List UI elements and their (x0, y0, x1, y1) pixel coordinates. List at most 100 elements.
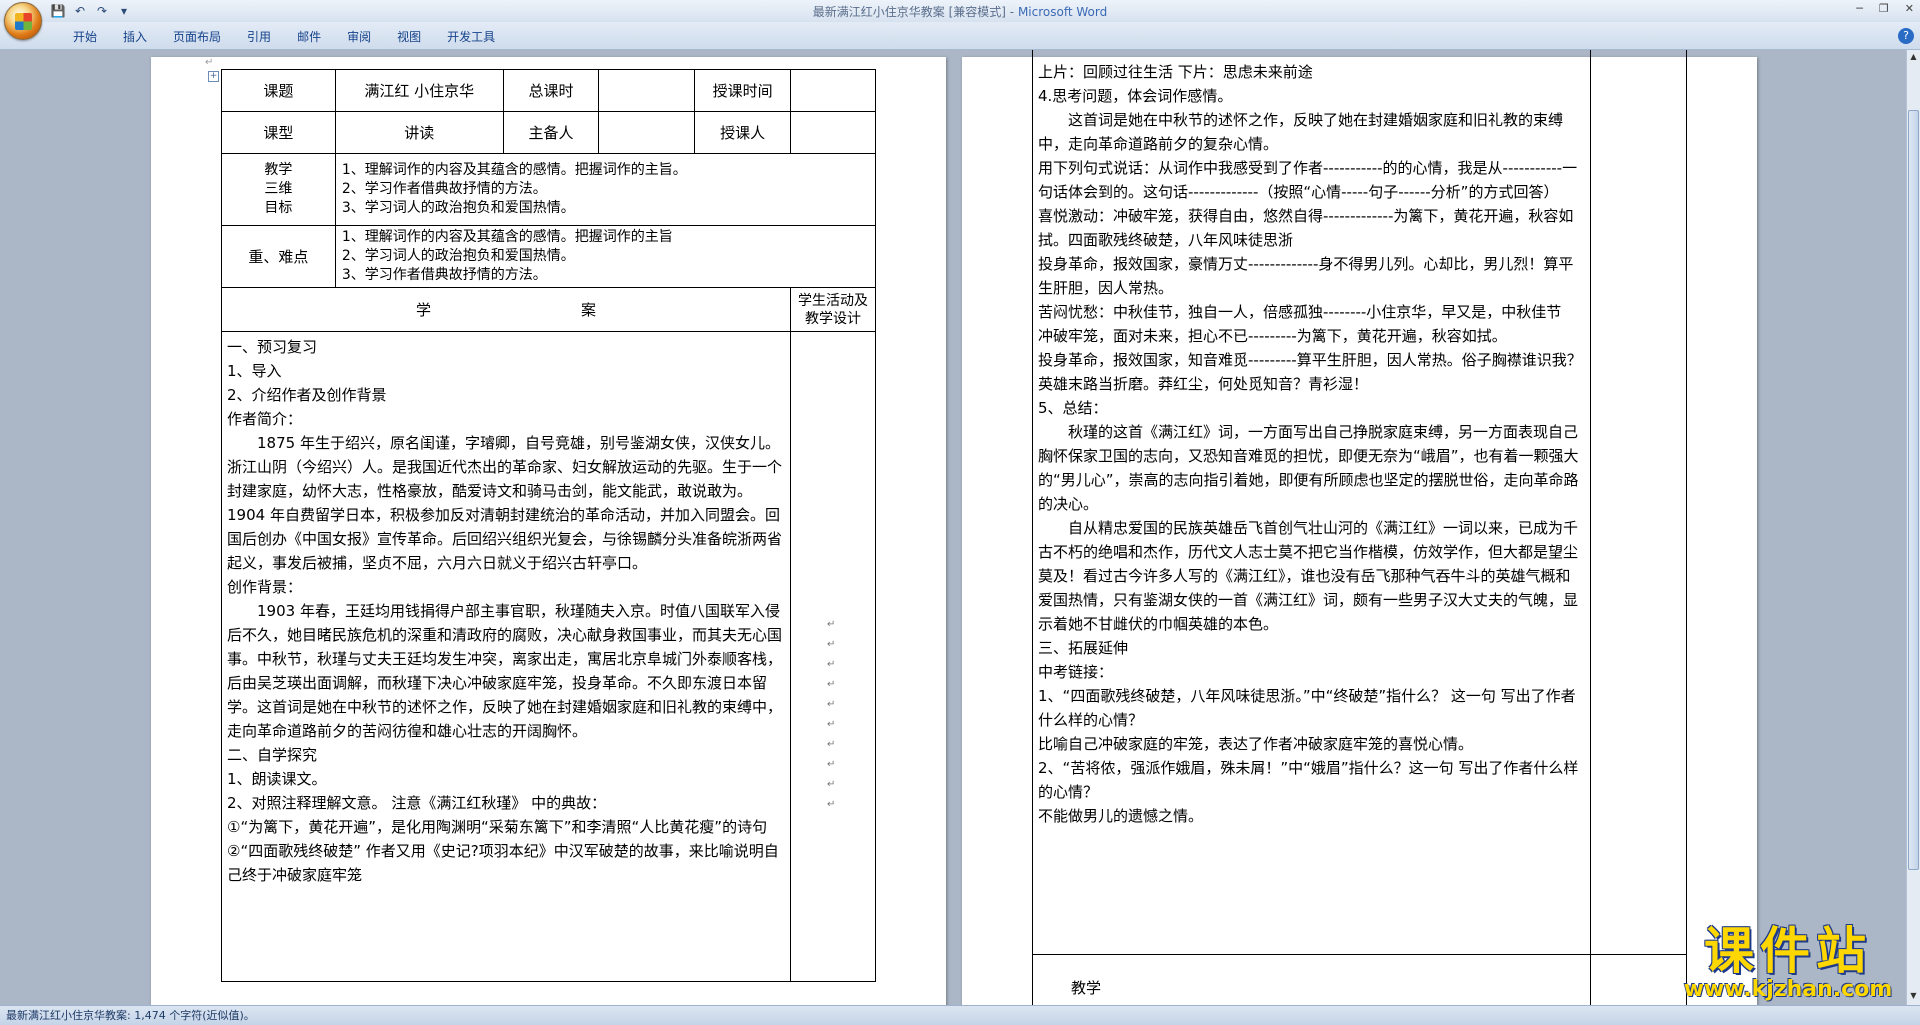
right-body-text: 上片：回顾过往生活 下片：思虑未来前途 4.思考问题，体会词作感情。这首词是她在中… (1033, 60, 1590, 828)
body-paragraph: 苦闷忧愁：中秋佳节，独自一人，倍感孤独--------小住京华，早又是，中秋佳节 (1038, 303, 1562, 321)
body-paragraph: 创作背景： (227, 578, 303, 596)
page-left: ↵ + 课题 满江红 小住京华 总课时 授课时间 课型 讲读 主备人 授课人 教… (151, 57, 946, 1005)
prep-label: 主备人 (502, 111, 600, 154)
goals-label-line: 目标 (264, 200, 293, 216)
side-header: 学生活动及教学设计 (790, 287, 876, 332)
word-count[interactable]: 最新满江红小住京华教案: 1,474 个字符(近似值)。 (6, 1009, 255, 1022)
key-points-content[interactable]: 1、理解词作的内容及其蕴含的感情。把握词作的主旨 2、学习词人的政治抱负和爱国热… (334, 225, 877, 288)
left-body-text: 一、预习复习 1、导入 2、介绍作者及创作背景 作者简介： 1875 年生于绍兴，原名闺… (222, 335, 790, 887)
body-paragraph: 一、预习复习 (227, 338, 318, 356)
key-item: 1、理解词作的内容及其蕴含的感情。把握词作的主旨 (341, 229, 673, 245)
goals-content[interactable]: 1、理解词作的内容及其蕴含的感情。把握词作的主旨。 2、学习作者借典故抒情的方法… (334, 153, 877, 226)
table-row: 教学 (1031, 954, 1687, 1005)
tab-insert[interactable]: 插入 (110, 28, 160, 46)
tab-references[interactable]: 引用 (234, 28, 284, 46)
goals-label-line: 三维 (264, 181, 293, 197)
prep-value[interactable] (598, 111, 696, 154)
document-workspace: ↵ + 课题 满江红 小住京华 总课时 授课时间 课型 讲读 主备人 授课人 教… (0, 50, 1906, 1005)
table-row: 学案 学生活动及教学设计 (220, 287, 876, 332)
table-row: 上片：回顾过往生活 下片：思虑未来前途 4.思考问题，体会词作感情。这首词是她在中… (1031, 50, 1687, 955)
type-value[interactable]: 讲读 (334, 111, 504, 154)
body-paragraph: 5、总结： (1038, 399, 1108, 417)
key-item: 2、学习词人的政治抱负和爱国热情。 (341, 248, 575, 264)
body-paragraph: 投身革命，报效国家，知音难觅---------算平生肝胆，因人常热。俗子胸襟谁识… (1038, 351, 1582, 393)
key-points-label: 重、难点 (221, 225, 336, 288)
close-icon[interactable]: ✕ (1905, 2, 1914, 15)
lesson-header-xue: 学 (416, 300, 432, 319)
table-row: 教学 三维 目标 1、理解词作的内容及其蕴含的感情。把握词作的主旨。 2、学习作… (221, 153, 877, 226)
table-move-handle-icon[interactable]: + (208, 71, 219, 82)
teaching-footer-cell: 教学 (1031, 954, 1592, 1005)
goal-item: 2、学习作者借典故抒情的方法。 (341, 181, 547, 197)
body-paragraph: 投身革命，报效国家，豪情万丈-------------身不得男儿列。心却比，男儿… (1038, 255, 1574, 297)
ribbon-tabs: 开始 插入 页面布局 引用 邮件 审阅 视图 开发工具 (60, 28, 508, 46)
body-paragraph: 作者简介： (227, 410, 303, 428)
tab-page-layout[interactable]: 页面布局 (160, 28, 234, 46)
window-title: 最新满江红小住京华教案 [兼容模式] - Microsoft Word (0, 3, 1920, 20)
body-paragraph: 4.思考问题，体会词作感情。 (1038, 87, 1233, 105)
window-controls: ─ ❐ ✕ (1856, 2, 1914, 15)
teacher-label: 授课人 (694, 111, 792, 154)
body-paragraph: 用下列句式说话：从词作中我感受到了作者-----------的的心情，我是从--… (1038, 159, 1578, 201)
restore-icon[interactable]: ❐ (1879, 2, 1889, 15)
lesson-plan-table: 课题 满江红 小住京华 总课时 授课时间 课型 讲读 主备人 授课人 教学 三维 (220, 69, 877, 982)
watermark-url: www.kjzhan.com (1683, 977, 1893, 1002)
body-paragraph: 1、“四面歌残终破楚，八年风味徒思浙。”中“终破楚”指什么？ 这一句 写出了作者… (1038, 687, 1576, 729)
body-paragraph: 三、拓展延伸 (1038, 639, 1129, 657)
body-paragraph: 2、“苦将侬，强派作娥眉，殊未屑！”中“娥眉”指什么？这一句 写出了作者什么样的… (1038, 759, 1579, 801)
tab-developer[interactable]: 开发工具 (434, 28, 508, 46)
page-right: 上片：回顾过往生活 下片：思虑未来前途 4.思考问题，体会词作感情。这首词是她在中… (962, 50, 1757, 1005)
tab-view[interactable]: 视图 (384, 28, 434, 46)
document-title: 最新满江红小住京华教案 [兼容模式] (812, 5, 1006, 19)
side-paragraph-marks: ↵ ↵ ↵ ↵ ↵ ↵ ↵ ↵ ↵ ↵ (827, 619, 836, 810)
topic-value[interactable]: 满江红 小住京华 (334, 69, 504, 112)
teaching-footer-label: 教学 (1071, 979, 1102, 997)
left-body-cell[interactable]: 一、预习复习 1、导入 2、介绍作者及创作背景 作者简介： 1875 年生于绍兴，原名闺… (220, 331, 792, 982)
vertical-scrollbar[interactable]: ▲ ▼ (1906, 50, 1920, 1005)
hours-label: 总课时 (502, 69, 600, 112)
time-value[interactable] (790, 69, 876, 112)
body-paragraph: 不能做男儿的遗憾之情。 (1038, 807, 1204, 825)
office-button[interactable] (4, 2, 42, 40)
goals-label: 教学 三维 目标 (221, 153, 336, 226)
goals-label-line: 教学 (264, 162, 293, 178)
hours-value[interactable] (598, 69, 696, 112)
body-paragraph: ②“四面歌残终破楚” 作者又用《史记?项羽本纪》中汉军破楚的故事，来比喻说明自己… (227, 842, 779, 884)
key-item: 3、学习作者借典故抒情的方法。 (341, 267, 547, 283)
right-side-cell[interactable] (1590, 50, 1687, 955)
body-paragraph: ①“为篱下，黄花开遍”，是化用陶渊明“采菊东篱下”和李清照“人比黄花瘦”的诗句 (227, 818, 768, 836)
app-name: Microsoft Word (1017, 5, 1108, 19)
body-paragraph: 1903 年春，王廷均用钱捐得户部主事官职，秋瑾随夫入京。时值八国联军入侵后不久… (227, 602, 783, 740)
body-paragraph: 喜悦激动：冲破牢笼，获得自由，悠然自得-------------为篱下，黄花开遍… (1038, 207, 1574, 249)
tab-home[interactable]: 开始 (60, 28, 110, 46)
body-paragraph: 1、朗读课文。 (227, 770, 327, 788)
body-paragraph: 二、自学探究 (227, 746, 318, 764)
table-row: 课题 满江红 小住京华 总课时 授课时间 (221, 69, 876, 112)
topic-label: 课题 (221, 69, 336, 112)
body-paragraph: 1875 年生于绍兴，原名闺谨，字璿卿，自号竞雄，别号鉴湖女侠，汉侠女儿。浙江山… (227, 434, 783, 572)
help-icon[interactable]: ? (1898, 28, 1914, 44)
body-paragraph: 2、介绍作者及创作背景 (227, 386, 387, 404)
goal-item: 3、学习词人的政治抱负和爱国热情。 (341, 200, 575, 216)
scroll-up-icon[interactable]: ▲ (1908, 52, 1919, 64)
table-row: 课型 讲读 主备人 授课人 (221, 111, 876, 154)
office-logo-icon (15, 13, 32, 30)
tab-mailings[interactable]: 邮件 (284, 28, 334, 46)
lesson-header: 学案 (220, 287, 792, 332)
tab-review[interactable]: 审阅 (334, 28, 384, 46)
ribbon: 开始 插入 页面布局 引用 邮件 审阅 视图 开发工具 ? (0, 22, 1920, 50)
minimize-icon[interactable]: ─ (1856, 2, 1863, 15)
body-paragraph: 这首词是她在中秋节的述怀之作，反映了她在封建婚姻家庭和旧礼教的束缚中，走向革命道… (1038, 111, 1564, 153)
body-paragraph: 上片：回顾过往生活 下片：思虑未来前途 (1038, 63, 1313, 81)
scrollbar-thumb[interactable] (1908, 110, 1919, 870)
right-body-cell[interactable]: 上片：回顾过往生活 下片：思虑未来前途 4.思考问题，体会词作感情。这首词是她在中… (1031, 50, 1592, 955)
title-bar: 💾 ↶ ↷ ▾ 最新满江红小住京华教案 [兼容模式] - Microsoft W… (0, 0, 1920, 22)
body-paragraph: 2、对照注释理解文意。 注意《满江红秋瑾》 中的典故： (227, 794, 607, 812)
type-label: 课型 (221, 111, 336, 154)
body-paragraph: 自从精忠爱国的民族英雄岳飞首创气壮山河的《满江红》一词以来，已成为千古不朽的绝唱… (1038, 519, 1579, 633)
status-bar: 最新满江红小住京华教案: 1,474 个字符(近似值)。 (0, 1005, 1920, 1025)
teacher-value[interactable] (790, 111, 876, 154)
scroll-down-icon[interactable]: ▼ (1908, 991, 1919, 1003)
paragraph-mark: ↵ (205, 57, 214, 68)
body-paragraph: 比喻自己冲破家庭的牢笼，表达了作者冲破家庭牢笼的喜悦心情。 (1038, 735, 1474, 753)
